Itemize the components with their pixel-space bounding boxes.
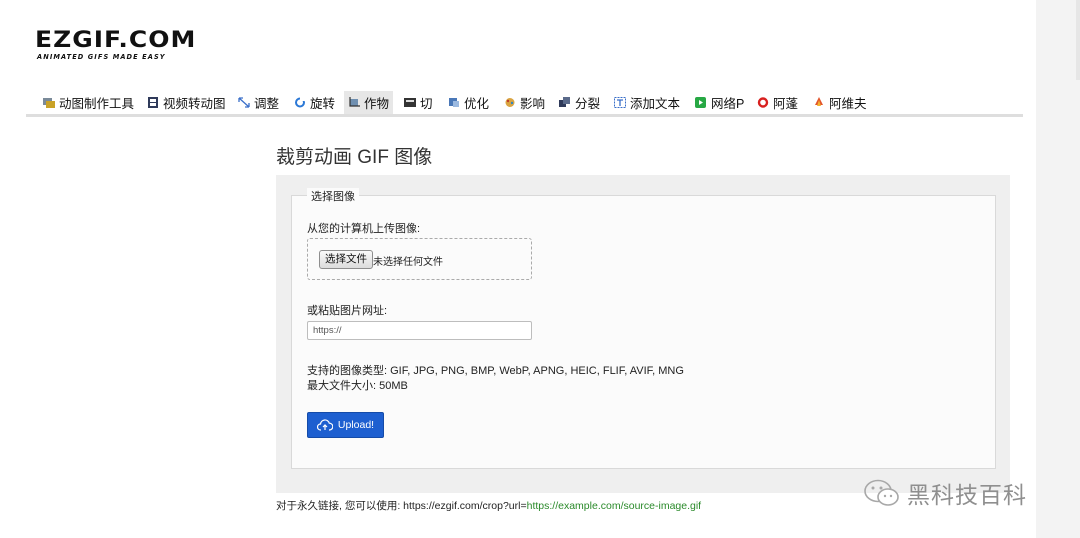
select-image-fieldset: 选择图像 从您的计算机上传图像: 选择文件 未选择任何文件 或粘贴图片网址: 支… [291,188,996,469]
upload-button[interactable]: Upload! [307,412,384,438]
nav-item-optimize[interactable]: 优化 [444,91,493,114]
nav-item-gif-maker[interactable]: 动图制作工具 [39,91,138,114]
nav-item-apng[interactable]: 阿蓬 [753,91,802,114]
ezgif-logo[interactable]: EZGIF.COM ANIMATED GIFS MADE EASY [35,26,205,61]
right-gutter [1036,0,1080,538]
upload-button-label: Upload! [337,419,375,431]
optimize-icon [448,97,460,108]
nav-label: 旋转 [310,97,336,111]
nav-item-split[interactable]: 分裂 [555,91,604,114]
nav-item-resize[interactable]: 调整 [234,91,283,114]
nav-item-rotate[interactable]: 旋转 [290,91,339,114]
apng-icon [757,97,769,108]
main-nav: 动图制作工具 视频转动图 调整 旋转 作物 切 优化 影响 分裂 添加文本 网络… [26,91,1023,117]
nav-item-video-to-gif[interactable]: 视频转动图 [143,91,230,114]
nav-label: 作物 [364,97,390,111]
wechat-icon [864,479,899,506]
watermark-text: 黑科技百科 [907,482,1027,508]
gif-maker-icon [43,97,55,108]
logo-wordmark: EZGIF.COM [35,26,197,53]
nav-label: 动图制作工具 [59,97,135,111]
supported-types: 支持的图像类型: GIF, JPG, PNG, BMP, WebP, APNG,… [307,365,684,377]
url-label: 或粘贴图片网址: [307,305,388,317]
nav-item-effects[interactable]: 影响 [500,91,549,114]
avif-icon [813,97,825,108]
nav-label: 阿蓬 [773,97,799,111]
page-title: 裁剪动画 GIF 图像 [276,147,433,168]
video-icon [147,97,159,108]
text-icon [614,97,626,108]
watermark: 黑科技百科 [863,476,1027,510]
nav-label: 阿维夫 [829,97,867,111]
permalink-text: 对于永久链接, 您可以使用: https://ezgif.com/crop?ur… [276,498,701,513]
fieldset-legend: 选择图像 [307,188,359,204]
nav-item-webp[interactable]: 网络P [691,91,748,114]
split-icon [559,97,571,108]
nav-label: 分裂 [575,97,601,111]
cut-icon [404,97,416,108]
upload-panel: 选择图像 从您的计算机上传图像: 选择文件 未选择任何文件 或粘贴图片网址: 支… [276,175,1010,493]
nav-item-cut[interactable]: 切 [400,91,437,114]
image-url-input[interactable] [307,321,532,340]
rotate-icon [294,97,306,108]
webp-icon [695,97,707,108]
max-file-size: 最大文件大小: 50MB [307,380,408,392]
resize-icon [238,97,250,108]
nav-label: 影响 [520,97,546,111]
permalink-link[interactable]: https://example.com/source-image.gif [527,500,702,512]
scroll-edge [1076,0,1080,80]
nav-label: 视频转动图 [163,97,226,111]
logo-tagline: ANIMATED GIFS MADE EASY [37,53,166,61]
nav-label: 网络P [711,97,745,111]
effects-icon [504,97,516,108]
nav-label: 调整 [254,97,280,111]
crop-icon [348,97,360,108]
nav-label: 添加文本 [630,97,681,111]
upload-label: 从您的计算机上传图像: [307,223,421,235]
permalink-prefix: 对于永久链接, 您可以使用: https://ezgif.com/crop?ur… [276,500,527,512]
nav-item-crop[interactable]: 作物 [344,91,394,114]
cloud-upload-icon [316,419,333,431]
choose-file-button[interactable]: 选择文件 [319,250,373,269]
nav-item-add-text[interactable]: 添加文本 [610,91,684,114]
nav-label: 切 [420,97,433,111]
file-status: 未选择任何文件 [373,257,443,268]
file-drop-zone[interactable]: 选择文件 未选择任何文件 [307,238,532,280]
nav-item-avif[interactable]: 阿维夫 [809,91,871,114]
nav-label: 优化 [464,97,490,111]
